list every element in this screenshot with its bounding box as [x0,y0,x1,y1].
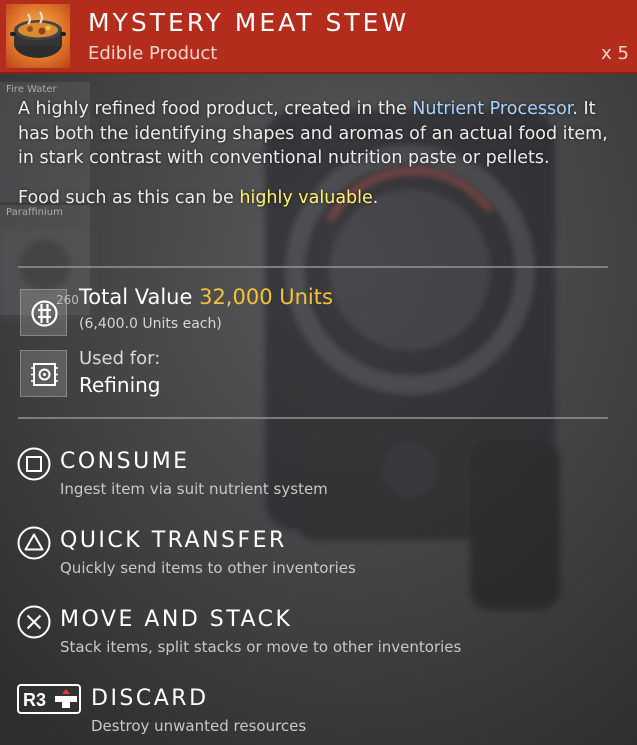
action-title: DISCARD [91,686,209,711]
total-value-amount: 32,000 Units [199,285,333,309]
total-value: Total Value 32,000 Units [79,285,333,309]
item-category: Edible Product [88,43,218,64]
description-text: A highly refined food product, created i… [18,99,413,119]
divider [18,266,608,268]
action-description: Quickly send items to other inventories [60,559,356,577]
nutrient-processor-link[interactable]: Nutrient Processor [412,99,572,119]
triangle-button-icon [17,526,51,560]
square-button-icon [17,447,51,481]
refiner-icon [20,350,67,397]
background-slot-label: Fire Water [6,84,57,95]
divider [18,417,608,419]
action-description: Destroy unwanted resources [91,717,307,735]
used-for-value: Refining [79,373,161,397]
total-value-label: Total Value [79,285,200,309]
item-title: MYSTERY MEAT STEW [88,8,410,37]
action-description: Ingest item via suit nutrient system [60,480,328,498]
cross-button-icon [17,605,51,639]
action-title: QUICK TRANSFER [60,528,287,553]
action-description: Stack items, split stacks or move to oth… [60,638,462,656]
r3-button-icon: R3 [17,684,81,714]
value-note-text: Food such as this can be [18,187,240,208]
description-value-note: Food such as this can be highly valuable… [18,186,618,211]
description-paragraph: A highly refined food product, created i… [18,97,618,171]
units-icon [20,289,67,336]
item-description: A highly refined food product, created i… [18,97,618,210]
stew-pot-icon [6,4,70,68]
value-note-highlight: highly valuable [239,187,373,208]
value-each: (6,400.0 Units each) [79,316,222,332]
action-title: MOVE AND STACK [60,607,293,632]
value-note-text: . [372,187,379,208]
used-for-label: Used for: [79,348,161,369]
item-quantity: x 5 [601,43,629,64]
item-header: MYSTERY MEAT STEW Edible Product x 5 [0,0,637,74]
svg-text:R3: R3 [23,690,46,710]
action-title: CONSUME [60,449,190,474]
